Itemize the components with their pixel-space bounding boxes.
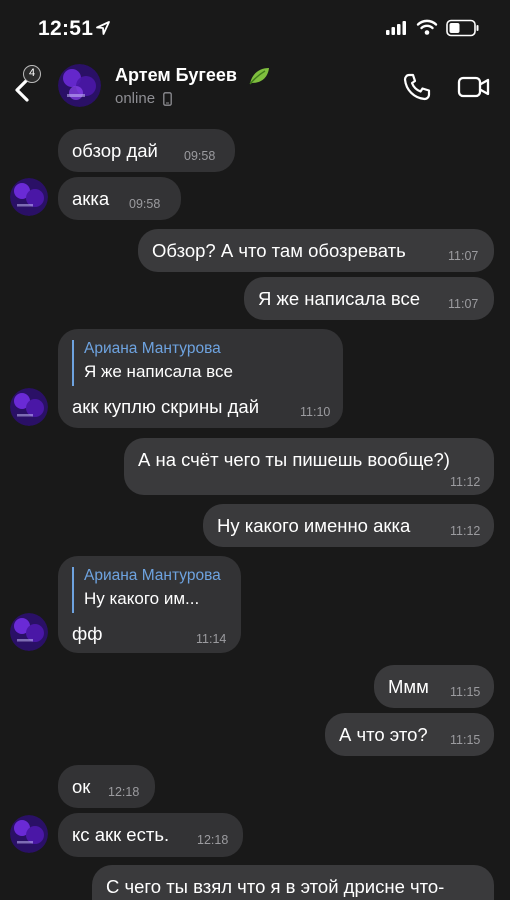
reply-author: Ариана Мантурова xyxy=(84,340,221,357)
status-bar: 12:51 xyxy=(0,0,510,56)
message-incoming[interactable]: акка 09:58 xyxy=(58,177,181,220)
message-outgoing[interactable]: С чего ты взял что я в этой дрисне что- xyxy=(92,865,494,900)
message-text: фф xyxy=(72,623,103,644)
message-text: А на счёт чего ты пишешь вообще?) xyxy=(138,449,450,470)
message-incoming-reply[interactable]: Ариана Мантурова Ну какого им... фф 11:1… xyxy=(58,556,241,653)
message-incoming[interactable]: обзор дай 09:58 xyxy=(58,129,235,172)
reply-snippet: Я же написала все xyxy=(84,362,233,381)
battery-icon xyxy=(446,19,479,37)
message-text: А что это? xyxy=(339,724,428,745)
signal-icon xyxy=(386,21,406,35)
message-time: 11:15 xyxy=(450,685,481,699)
leaf-icon xyxy=(249,68,269,85)
message-time: 11:07 xyxy=(448,297,479,311)
wifi-icon xyxy=(416,19,438,35)
phone-icon[interactable] xyxy=(402,72,432,102)
message-text: Ну какого именно акка xyxy=(217,515,411,536)
message-time: 11:10 xyxy=(300,405,331,419)
message-outgoing[interactable]: Обзор? А что там обозревать 11:07 xyxy=(138,229,494,272)
message-incoming[interactable]: кс акк есть. 12:18 xyxy=(58,813,243,857)
chat-header: 4 Артем Бугеев online xyxy=(0,56,510,118)
message-text: Я же написала все xyxy=(258,288,421,309)
message-time: 09:58 xyxy=(129,197,161,211)
clock: 12:51 xyxy=(38,17,94,40)
sender-avatar[interactable] xyxy=(10,388,48,426)
sender-avatar[interactable] xyxy=(10,178,48,216)
location-arrow-icon xyxy=(96,21,110,35)
presence-status: online xyxy=(115,90,156,107)
message-outgoing[interactable]: Ну какого именно акка 11:12 xyxy=(203,504,494,547)
message-incoming-reply[interactable]: Ариана Мантурова Я же написала все акк к… xyxy=(58,329,343,428)
contact-name[interactable]: Артем Бугеев xyxy=(115,65,237,86)
message-text: С чего ты взял что я в этой дрисне что- xyxy=(106,876,445,897)
message-time: 11:12 xyxy=(450,475,481,489)
message-time: 09:58 xyxy=(184,149,216,163)
message-time: 11:15 xyxy=(450,733,481,747)
sender-avatar[interactable] xyxy=(10,613,48,651)
message-text: Ммм xyxy=(388,676,429,697)
message-text: акка xyxy=(72,188,110,209)
message-time: 12:18 xyxy=(108,785,140,799)
message-text: акк куплю скрины дай xyxy=(72,396,260,417)
reply-quote[interactable]: Ариана Мантурова Я же написала все xyxy=(72,340,233,386)
message-outgoing[interactable]: А на счёт чего ты пишешь вообще?) 11:12 xyxy=(124,438,494,495)
reply-snippet: Ну какого им... xyxy=(84,589,200,608)
message-text: кс акк есть. xyxy=(72,824,170,845)
message-time: 11:07 xyxy=(448,249,479,263)
mobile-device-icon xyxy=(163,92,172,106)
sender-avatar[interactable] xyxy=(10,815,48,853)
message-incoming[interactable]: ок 12:18 xyxy=(58,765,155,808)
message-time: 11:12 xyxy=(450,524,481,538)
reply-author: Ариана Мантурова xyxy=(84,567,221,584)
message-text: ок xyxy=(72,776,91,797)
message-outgoing[interactable]: Ммм 11:15 xyxy=(374,665,494,708)
message-text: Обзор? А что там обозревать xyxy=(152,240,406,261)
message-text: обзор дай xyxy=(72,140,158,161)
video-camera-icon[interactable] xyxy=(457,74,491,100)
reply-quote[interactable]: Ариана Мантурова Ну какого им... xyxy=(72,567,221,613)
message-outgoing[interactable]: А что это? 11:15 xyxy=(325,713,494,756)
header-avatar[interactable] xyxy=(58,64,101,107)
unread-badge: 4 xyxy=(23,65,41,83)
message-outgoing[interactable]: Я же написала все 11:07 xyxy=(244,277,494,320)
message-time: 11:14 xyxy=(196,632,227,646)
message-time: 12:18 xyxy=(197,833,229,847)
